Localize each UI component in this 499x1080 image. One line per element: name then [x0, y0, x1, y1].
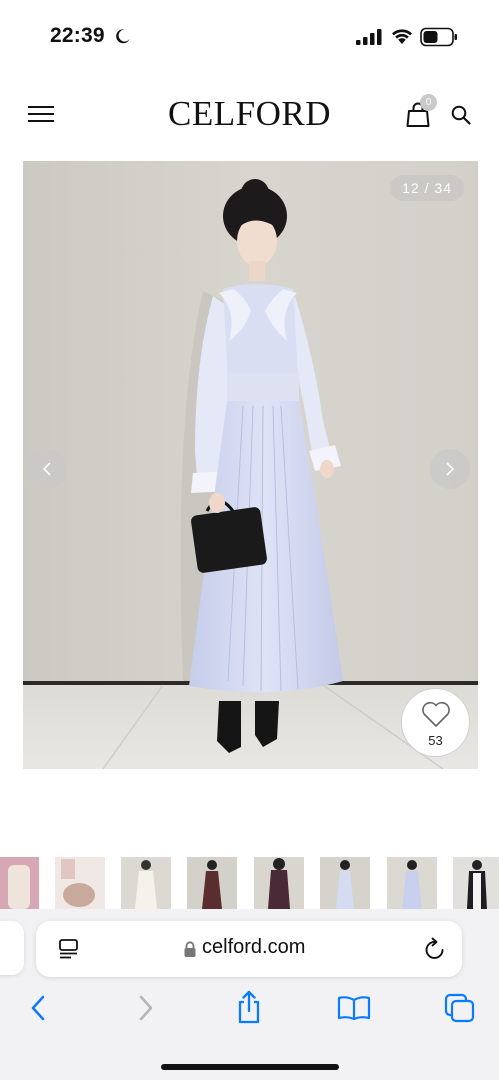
site-header: CELFORD 0 — [0, 88, 499, 144]
chevron-left-icon — [42, 462, 51, 476]
status-time: 22:39 — [50, 24, 105, 47]
wifi-icon — [392, 29, 412, 44]
thumbnail[interactable] — [0, 857, 39, 909]
battery-icon — [420, 27, 457, 47]
heart-icon — [422, 701, 450, 727]
favorite-count: 53 — [428, 733, 443, 748]
home-indicator — [161, 1064, 339, 1070]
thumbnail[interactable] — [320, 857, 370, 909]
previous-tab-preview[interactable] — [0, 921, 24, 975]
address-bar[interactable]: celford.com — [36, 921, 462, 977]
thumbnail[interactable] — [453, 857, 499, 909]
lock-icon — [184, 941, 196, 957]
browser-toolbar: celford.com — [0, 909, 499, 1080]
thumbnail[interactable] — [121, 857, 171, 909]
product-photo — [23, 161, 478, 769]
status-bar: 22:39 — [0, 0, 499, 70]
reader-icon[interactable] — [58, 938, 80, 960]
reload-icon[interactable] — [424, 937, 446, 961]
back-icon[interactable] — [28, 993, 48, 1023]
cart-badge: 0 — [420, 94, 437, 111]
address-text: celford.com — [202, 936, 306, 958]
thumbnail-strip — [0, 857, 499, 909]
search-icon[interactable] — [451, 105, 471, 125]
thumbnail[interactable] — [254, 857, 304, 909]
slide-counter: 12 / 34 — [390, 175, 464, 201]
product-gallery[interactable]: 12 / 34 53 — [23, 161, 478, 769]
share-icon[interactable] — [235, 989, 263, 1025]
forward-icon[interactable] — [136, 993, 156, 1023]
previous-image-button[interactable] — [27, 449, 67, 489]
thumbnail[interactable] — [387, 857, 437, 909]
thumbnail[interactable] — [187, 857, 237, 909]
next-image-button[interactable] — [430, 449, 470, 489]
bookmarks-icon[interactable] — [337, 995, 371, 1021]
signal-icon — [356, 29, 382, 45]
chevron-right-icon — [446, 462, 455, 476]
favorite-button[interactable]: 53 — [401, 688, 470, 757]
thumbnail[interactable] — [55, 857, 105, 909]
moon-icon — [116, 29, 130, 44]
tabs-icon[interactable] — [444, 993, 476, 1023]
